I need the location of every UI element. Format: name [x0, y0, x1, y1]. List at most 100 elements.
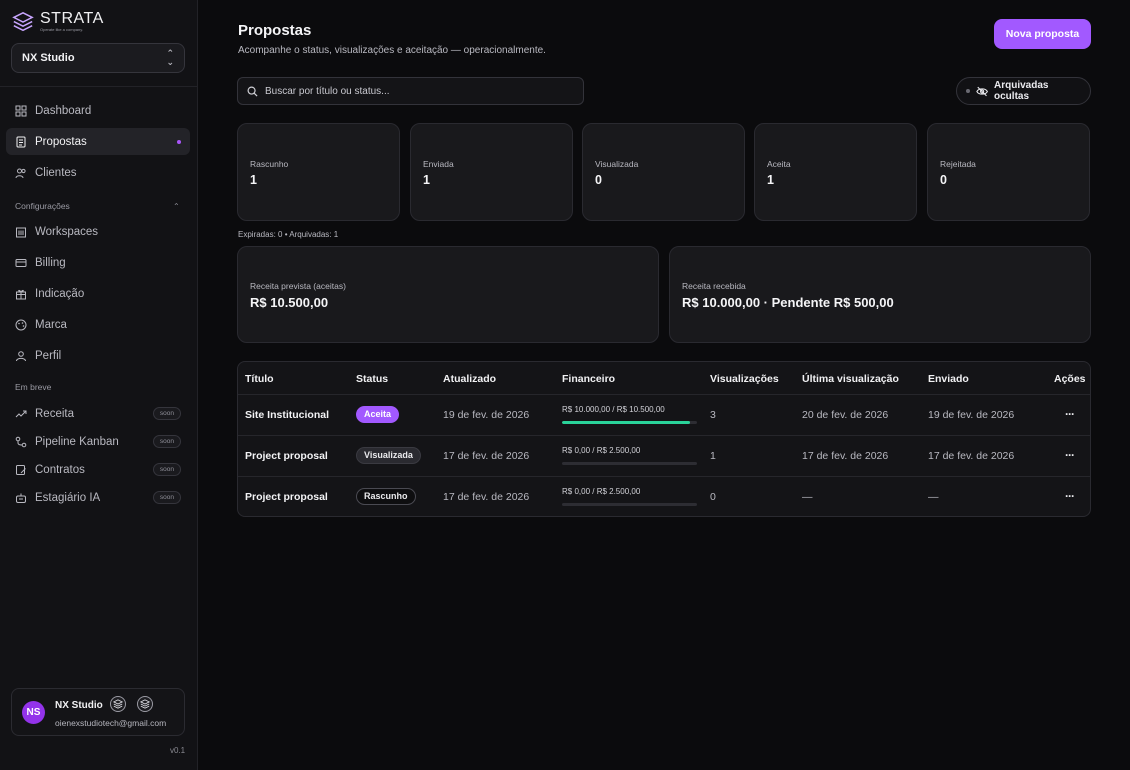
- brand-tagline: Operate like a company.: [40, 27, 84, 32]
- active-indicator-dot: [177, 140, 181, 144]
- sidebar-item-label: Workspaces: [35, 225, 99, 238]
- sidebar-divider: [0, 86, 198, 87]
- robot-icon: [15, 492, 27, 504]
- building-icon: [15, 226, 27, 238]
- stat-value: 1: [423, 173, 430, 187]
- sidebar-item-propostas[interactable]: Propostas: [6, 128, 190, 155]
- eye-off-icon: [976, 86, 988, 96]
- last-view-date: —: [802, 491, 813, 503]
- sidebar-item-billing[interactable]: Billing: [6, 249, 190, 276]
- column-header-ultima-visualizacao[interactable]: Última visualização: [802, 373, 899, 385]
- soon-badge: soon: [152, 463, 181, 476]
- workspace-select-value: NX Studio: [22, 52, 75, 64]
- proposals-table: Título Status Atualizado Financeiro Visu…: [237, 361, 1091, 517]
- strata-badge-icon: [137, 696, 153, 712]
- updated-date: 19 de fev. de 2026: [443, 409, 530, 421]
- status-badge: Aceita: [356, 406, 400, 423]
- archived-toggle-label: Arquivadas ocultas: [994, 80, 1049, 102]
- new-proposal-button[interactable]: Nova proposta: [994, 19, 1091, 49]
- soon-badge: soon: [152, 491, 181, 504]
- brand[interactable]: STRATA Operate like a company.: [12, 11, 104, 33]
- user-icon: [15, 350, 27, 362]
- sidebar-item-estagiario-ia[interactable]: Estagiário IA soon: [6, 484, 190, 511]
- column-header-financeiro[interactable]: Financeiro: [562, 373, 615, 385]
- archived-toggle-button[interactable]: Arquivadas ocultas: [956, 77, 1091, 105]
- chevron-up-down-icon: ⌃ ⌄: [166, 48, 174, 67]
- stat-card-enviada: Enviada 1: [410, 123, 573, 221]
- table-row[interactable]: Project proposal Visualizada 17 de fev. …: [238, 435, 1090, 476]
- sidebar-item-receita[interactable]: Receita soon: [6, 400, 190, 427]
- stat-label: Rascunho: [250, 159, 289, 169]
- user-name: NX Studio: [55, 700, 103, 711]
- sidebar-item-marca[interactable]: Marca: [6, 311, 190, 338]
- more-actions-icon[interactable]: ···: [1065, 489, 1075, 503]
- credit-card-icon: [15, 257, 27, 269]
- financial-progress-bar: [562, 503, 697, 506]
- more-actions-icon[interactable]: ···: [1065, 448, 1075, 462]
- more-actions-icon[interactable]: ···: [1065, 407, 1075, 421]
- stat-card-rascunho: Rascunho 1: [237, 123, 400, 221]
- palette-icon: [15, 319, 27, 331]
- soon-badge: soon: [152, 407, 181, 420]
- sidebar-item-clientes[interactable]: Clientes: [6, 159, 190, 186]
- trend-icon: [15, 408, 27, 420]
- stat-card-aceita: Aceita 1: [754, 123, 917, 221]
- table-row[interactable]: Site Institucional Aceita 19 de fev. de …: [238, 394, 1090, 435]
- stat-value: 1: [250, 173, 257, 187]
- sidebar-item-label: Billing: [35, 256, 66, 269]
- sidebar-item-label: Contratos: [35, 463, 85, 476]
- stat-card-rejeitada: Rejeitada 0: [927, 123, 1090, 221]
- proposal-title[interactable]: Project proposal: [245, 491, 328, 503]
- status-dot: [966, 89, 970, 93]
- search-input[interactable]: [265, 85, 574, 97]
- sidebar-item-label: Receita: [35, 407, 74, 420]
- financial-text: R$ 0,00 / R$ 2.500,00: [562, 446, 641, 455]
- forecast-revenue-label: Receita prevista (aceitas): [250, 281, 346, 291]
- brand-name: STRATA: [40, 10, 104, 27]
- sidebar-item-indicacao[interactable]: Indicação: [6, 280, 190, 307]
- sidebar-item-label: Pipeline Kanban: [35, 435, 119, 448]
- sent-date: —: [928, 491, 939, 503]
- search-icon: [247, 86, 258, 97]
- column-header-enviado[interactable]: Enviado: [928, 373, 969, 385]
- views-count: 1: [710, 450, 716, 462]
- views-count: 3: [710, 409, 716, 421]
- document-icon: [15, 136, 27, 148]
- sidebar-item-workspaces[interactable]: Workspaces: [6, 218, 190, 245]
- column-header-status[interactable]: Status: [356, 373, 388, 385]
- sidebar-item-perfil[interactable]: Perfil: [6, 342, 190, 369]
- strata-badge-icon: [110, 696, 126, 712]
- sent-date: 17 de fev. de 2026: [928, 450, 1015, 462]
- contract-icon: [15, 464, 27, 476]
- financial-text: R$ 0,00 / R$ 2.500,00: [562, 487, 641, 496]
- updated-date: 17 de fev. de 2026: [443, 491, 530, 503]
- column-header-visualizacoes[interactable]: Visualizações: [710, 373, 779, 385]
- section-label-configuracoes: Configurações: [15, 201, 70, 211]
- sidebar-item-label: Clientes: [35, 166, 77, 179]
- avatar: NS: [22, 701, 45, 724]
- stat-value: 0: [940, 173, 947, 187]
- updated-date: 17 de fev. de 2026: [443, 450, 530, 462]
- proposal-title[interactable]: Project proposal: [245, 450, 328, 462]
- proposal-title[interactable]: Site Institucional: [245, 409, 329, 421]
- sidebar-item-contratos[interactable]: Contratos soon: [6, 456, 190, 483]
- stat-value: 0: [595, 173, 602, 187]
- views-count: 0: [710, 491, 716, 503]
- sidebar-item-dashboard[interactable]: Dashboard: [6, 97, 190, 124]
- page-subtitle: Acompanhe o status, visualizações e acei…: [238, 45, 546, 56]
- column-header-titulo[interactable]: Título: [245, 373, 274, 385]
- strata-logo-icon: [12, 12, 34, 32]
- user-email: oienexstudiotech@gmail.com: [55, 718, 167, 728]
- forecast-revenue-card: Receita prevista (aceitas) R$ 10.500,00: [237, 246, 659, 343]
- last-view-date: 17 de fev. de 2026: [802, 450, 889, 462]
- user-card[interactable]: NS NX Studio oienexstudiotech@gmail.com: [11, 688, 185, 736]
- search-box[interactable]: [237, 77, 584, 105]
- table-row[interactable]: Project proposal Rascunho 17 de fev. de …: [238, 476, 1090, 516]
- workspace-select[interactable]: NX Studio ⌃ ⌄: [11, 43, 185, 73]
- chevron-up-icon[interactable]: ⌃: [173, 202, 180, 211]
- sidebar-item-pipeline-kanban[interactable]: Pipeline Kanban soon: [6, 428, 190, 455]
- stat-card-visualizada: Visualizada 0: [582, 123, 745, 221]
- column-header-atualizado[interactable]: Atualizado: [443, 373, 496, 385]
- soon-badge: soon: [152, 435, 181, 448]
- sidebar-item-label: Estagiário IA: [35, 491, 101, 504]
